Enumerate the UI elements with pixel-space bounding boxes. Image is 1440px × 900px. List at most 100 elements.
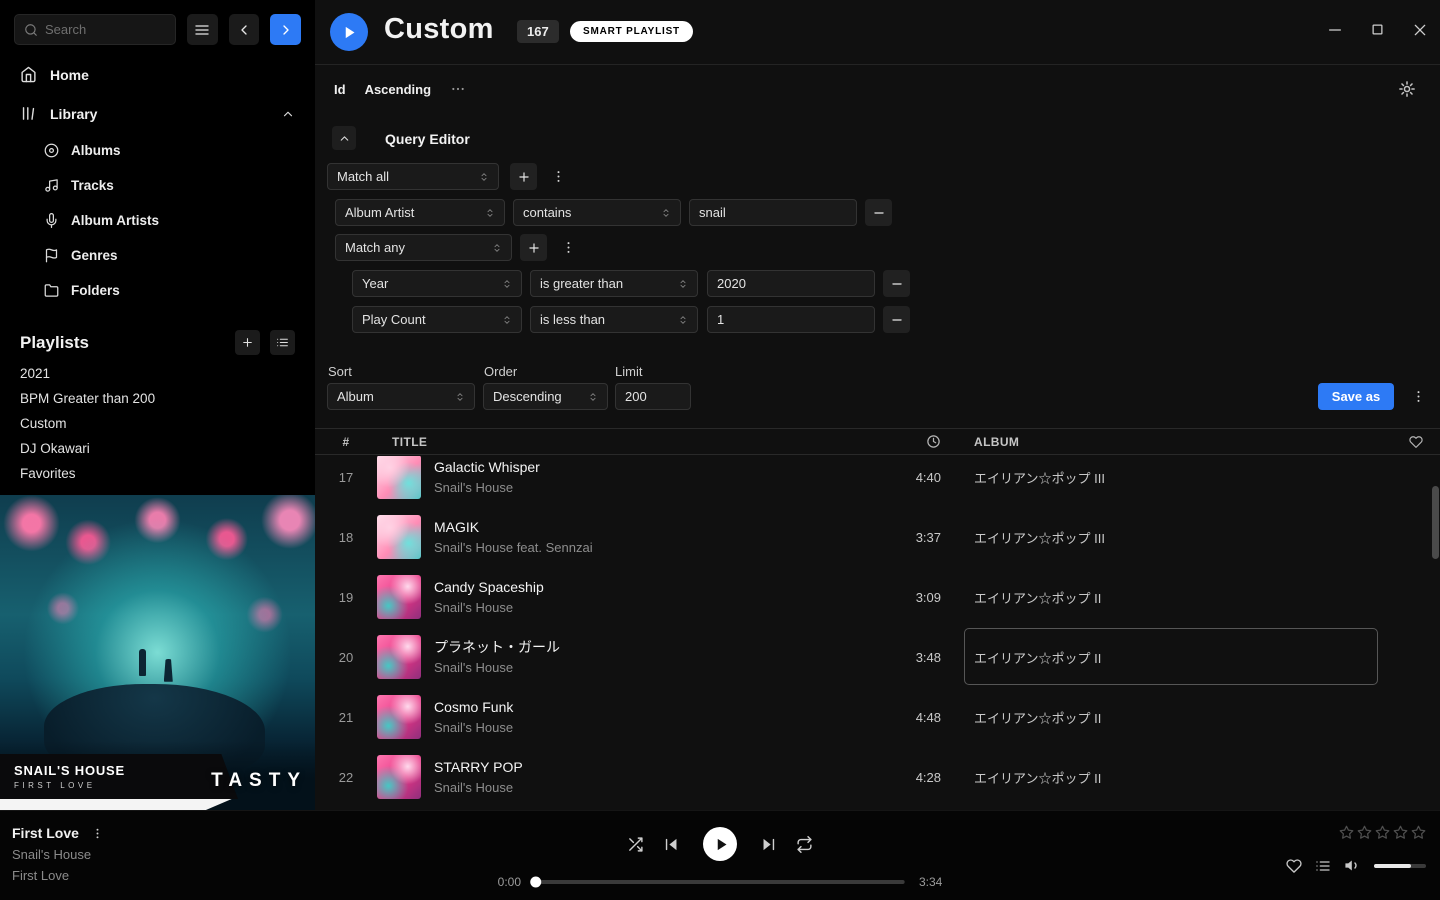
track-artist[interactable]: Snail's House: [434, 599, 544, 616]
match-any-select[interactable]: Match any: [335, 234, 512, 261]
sort-order-label[interactable]: Ascending: [365, 82, 431, 97]
table-row[interactable]: 20 プラネット・ガール Snail's House 3:48 エイリアン☆ポッ…: [315, 627, 1440, 687]
maximize-icon: [1370, 22, 1385, 37]
track-album[interactable]: エイリアン☆ポップ II: [965, 648, 1392, 667]
table-row[interactable]: 19 Candy Spaceship Snail's House 3:09 エイ…: [315, 567, 1440, 627]
rule2-value-input[interactable]: [707, 270, 875, 297]
rule1-operator-select[interactable]: contains: [513, 199, 681, 226]
rule2-remove-button[interactable]: [883, 270, 910, 297]
rule3-operator-select[interactable]: is less than: [530, 306, 698, 333]
queue-button[interactable]: [1315, 858, 1331, 874]
column-index[interactable]: #: [315, 435, 377, 449]
rule1-remove-button[interactable]: [865, 199, 892, 226]
playlist-item-dj-okawari[interactable]: DJ Okawari: [0, 436, 315, 461]
minimize-button[interactable]: [1327, 22, 1343, 38]
save-as-button[interactable]: Save as: [1318, 383, 1394, 410]
star-icon[interactable]: [1375, 825, 1390, 840]
play-playlist-button[interactable]: [330, 13, 368, 51]
sidebar-item-folders[interactable]: Folders: [0, 273, 315, 308]
rule2-field-select[interactable]: Year: [352, 270, 522, 297]
column-album[interactable]: ALBUM: [965, 435, 1392, 449]
play-pause-button[interactable]: [703, 827, 737, 861]
seek-slider[interactable]: [535, 880, 905, 884]
volume-slider[interactable]: [1374, 864, 1426, 868]
table-row[interactable]: 22 STARRY POP Snail's House 4:28 エイリアン☆ポ…: [315, 747, 1440, 807]
add-rule-button[interactable]: [510, 163, 537, 190]
track-artist[interactable]: Snail's House: [434, 659, 560, 676]
search-input[interactable]: [45, 22, 166, 37]
rule3-remove-button[interactable]: [883, 306, 910, 333]
favorite-button[interactable]: [1286, 858, 1302, 874]
rule1-field-select[interactable]: Album Artist: [335, 199, 505, 226]
sidebar-item-library[interactable]: Library: [0, 94, 315, 133]
menu-button[interactable]: [187, 14, 218, 45]
rule2-operator-select[interactable]: is greater than: [530, 270, 698, 297]
track-artist[interactable]: Snail's House: [434, 779, 523, 796]
limit-input[interactable]: [615, 383, 691, 410]
track-album[interactable]: エイリアン☆ポップ III: [965, 468, 1392, 487]
star-icon[interactable]: [1411, 825, 1426, 840]
query-editor-collapse-button[interactable]: [332, 126, 356, 150]
sort-more-button[interactable]: [450, 81, 466, 97]
seek-handle[interactable]: [531, 877, 542, 888]
playlist-item-2021[interactable]: 2021: [0, 361, 315, 386]
group-add-rule-button[interactable]: [520, 234, 547, 261]
column-duration[interactable]: [855, 434, 965, 449]
track-album[interactable]: エイリアン☆ポップ II: [965, 768, 1392, 787]
order-select[interactable]: Descending: [483, 383, 608, 410]
playlist-item-bpm[interactable]: BPM Greater than 200: [0, 386, 315, 411]
previous-track-button[interactable]: [663, 836, 680, 853]
sidebar-item-tracks[interactable]: Tracks: [0, 168, 315, 203]
shuffle-icon: [627, 836, 644, 853]
now-playing-menu-button[interactable]: [91, 827, 104, 840]
table-row[interactable]: 17 Galactic Whisper Snail's House 4:40 エ…: [315, 456, 1440, 507]
playlist-list-button[interactable]: [270, 330, 295, 355]
close-button[interactable]: [1412, 22, 1428, 38]
nav-back-button[interactable]: [229, 14, 260, 45]
playlist-item-favorites[interactable]: Favorites: [0, 461, 315, 486]
column-favorite[interactable]: [1392, 435, 1440, 449]
track-artist[interactable]: Snail's House feat. Sennzai: [434, 539, 593, 556]
playlists-header: Playlists: [20, 330, 295, 355]
next-track-button[interactable]: [760, 836, 777, 853]
column-title[interactable]: TITLE: [377, 435, 855, 449]
sidebar-item-label: Home: [50, 67, 89, 83]
now-playing-album[interactable]: First Love: [12, 868, 104, 883]
rule1-value-input[interactable]: [689, 199, 857, 226]
now-playing-title[interactable]: First Love: [12, 825, 79, 841]
volume-button[interactable]: [1344, 857, 1361, 874]
settings-button[interactable]: [1398, 80, 1416, 98]
track-artist[interactable]: Snail's House: [434, 479, 540, 496]
add-playlist-button[interactable]: [235, 330, 260, 355]
sort-select[interactable]: Album: [327, 383, 475, 410]
track-album[interactable]: エイリアン☆ポップ II: [965, 708, 1392, 727]
repeat-button[interactable]: [796, 836, 813, 853]
query-menu-button[interactable]: [1405, 383, 1432, 410]
star-icon[interactable]: [1393, 825, 1408, 840]
rule3-field-select[interactable]: Play Count: [352, 306, 522, 333]
star-icon[interactable]: [1357, 825, 1372, 840]
sidebar-item-albums[interactable]: Albums: [0, 133, 315, 168]
maximize-button[interactable]: [1370, 22, 1385, 38]
now-playing-artist[interactable]: Snail's House: [12, 847, 104, 862]
playlist-item-custom[interactable]: Custom: [0, 411, 315, 436]
rule-group-menu-button[interactable]: [545, 163, 572, 190]
table-row[interactable]: 21 Cosmo Funk Snail's House 4:48 エイリアン☆ポ…: [315, 687, 1440, 747]
scrollbar-thumb[interactable]: [1432, 486, 1439, 559]
sidebar-item-genres[interactable]: Genres: [0, 238, 315, 273]
rule3-value-input[interactable]: [707, 306, 875, 333]
now-playing-artwork[interactable]: SNAIL'S HOUSE FIRST LOVE TASTY: [0, 495, 315, 810]
match-all-select[interactable]: Match all: [327, 163, 499, 190]
table-row[interactable]: 18 MAGIK Snail's House feat. Sennzai 3:3…: [315, 507, 1440, 567]
sidebar-item-album-artists[interactable]: Album Artists: [0, 203, 315, 238]
track-album[interactable]: エイリアン☆ポップ II: [965, 588, 1392, 607]
chevron-up-icon[interactable]: [281, 107, 295, 121]
shuffle-button[interactable]: [627, 836, 644, 853]
nav-forward-button[interactable]: [270, 14, 301, 45]
group-menu-button[interactable]: [555, 234, 582, 261]
track-album[interactable]: エイリアン☆ポップ III: [965, 528, 1392, 547]
sort-field-label[interactable]: Id: [334, 82, 346, 97]
sidebar-item-home[interactable]: Home: [0, 55, 315, 94]
track-artist[interactable]: Snail's House: [434, 719, 513, 736]
star-icon[interactable]: [1339, 825, 1354, 840]
